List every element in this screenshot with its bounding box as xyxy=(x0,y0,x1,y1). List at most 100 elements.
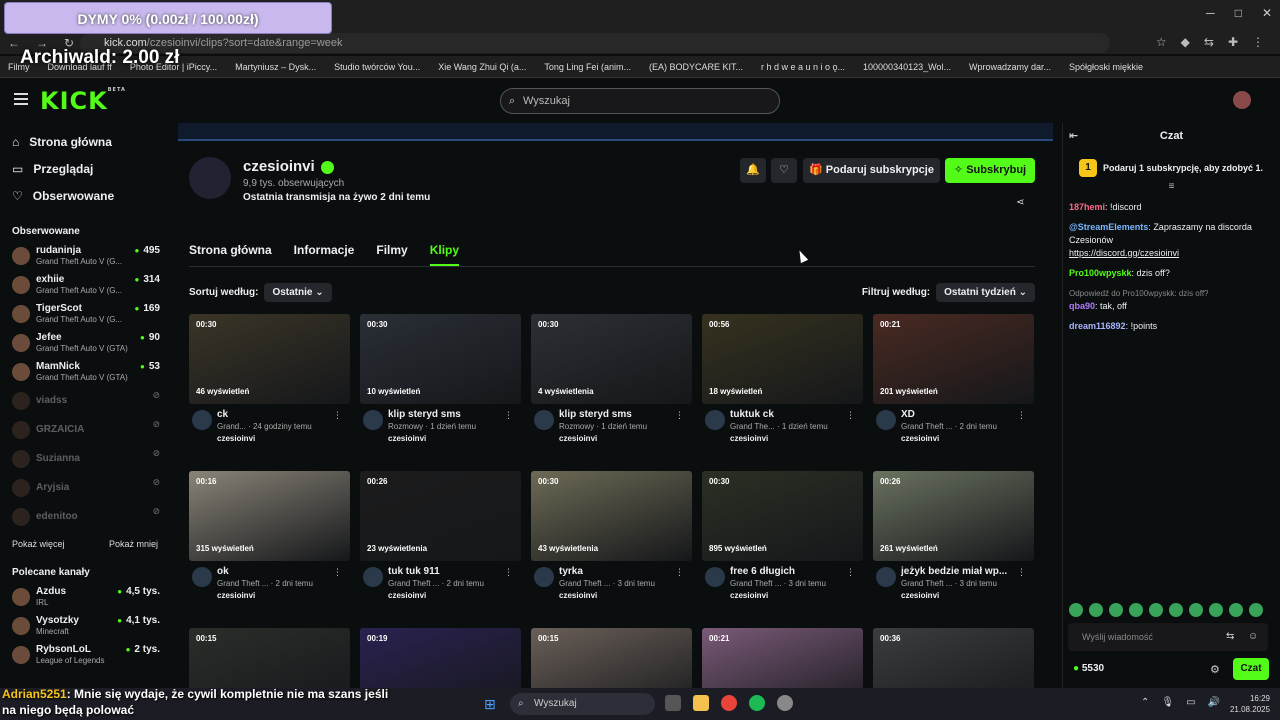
gift-sub-button[interactable]: 🎁 Podaruj subskrypcje xyxy=(803,158,940,183)
clip-channel[interactable]: czesioinvi xyxy=(901,590,1034,601)
clip-card[interactable]: 00:30 46 wyświetleń ck Grand... · 24 godzin… xyxy=(189,314,350,448)
windows-start-icon[interactable]: ⊞ xyxy=(484,696,496,713)
channel-avatar[interactable] xyxy=(876,567,896,587)
more-options-icon[interactable]: ⋮ xyxy=(675,410,684,421)
search-input[interactable]: ⌕ Wyszukaj xyxy=(500,88,780,114)
tab-2[interactable]: Filmy xyxy=(376,243,407,266)
more-options-icon[interactable]: ⋮ xyxy=(504,410,513,421)
spotify-icon[interactable] xyxy=(749,695,765,711)
emote-icon[interactable] xyxy=(1189,603,1203,617)
emoji-icon[interactable]: ☺ xyxy=(1248,623,1258,651)
clip-channel[interactable]: czesioinvi xyxy=(217,590,350,601)
bookmark-item[interactable]: Spółgłoski miękkie xyxy=(1069,62,1143,72)
channel-avatar[interactable] xyxy=(876,410,896,430)
filter-dropdown[interactable]: Ostatni tydzień ⌄ xyxy=(936,283,1035,302)
clip-title[interactable]: tuktuk ck xyxy=(730,409,863,421)
clip-card[interactable]: 00:26 23 wyświetlenia tuk tuk 911 Grand The… xyxy=(360,471,521,605)
show-less-button[interactable]: Pokaż mniej xyxy=(109,539,158,549)
clip-thumbnail[interactable]: 00:30 4 wyświetlenia xyxy=(531,314,692,404)
follow-heart-icon[interactable]: ♡ xyxy=(771,158,797,183)
channel-row[interactable]: rudaninjaGrand Theft Auto V (G... 495 xyxy=(0,241,170,270)
channel-row[interactable]: VysotzkyMinecraft 4,1 tys. xyxy=(0,611,170,640)
clip-title[interactable]: klip steryd sms xyxy=(388,409,521,421)
clip-card[interactable]: 00:30 4 wyświetlenia klip steryd sms Rozmow… xyxy=(531,314,692,448)
clip-thumbnail[interactable]: 00:30 46 wyświetleń xyxy=(189,314,350,404)
menu-icon[interactable]: ⋮ xyxy=(1252,35,1264,49)
clip-title[interactable]: jeżyk bedzie miał wp... xyxy=(901,566,1034,578)
clip-thumbnail[interactable]: 00:30 43 wyświetlenia xyxy=(531,471,692,561)
url-field[interactable]: kick.com/czesioinvi/clips?sort=date&rang… xyxy=(80,33,1110,53)
clip-card[interactable]: 00:30 10 wyświetleń klip steryd sms Rozmowy… xyxy=(360,314,521,448)
clip-thumbnail[interactable]: 00:21 201 wyświetleń xyxy=(873,314,1034,404)
clip-channel[interactable]: czesioinvi xyxy=(730,433,863,444)
extension-icon[interactable]: ◆ xyxy=(1181,35,1190,49)
clip-title[interactable]: tyrka xyxy=(559,566,692,578)
tab-3[interactable]: Klipy xyxy=(429,243,460,266)
channel-points[interactable]: ● 5530 xyxy=(1073,663,1104,674)
emote-icon[interactable] xyxy=(1109,603,1123,617)
chrome-icon[interactable] xyxy=(721,695,737,711)
bookmark-item[interactable]: Martyniusz – Dysk... xyxy=(235,62,316,72)
clip-channel[interactable]: czesioinvi xyxy=(559,590,692,601)
channel-avatar[interactable] xyxy=(363,567,383,587)
channel-avatar[interactable] xyxy=(534,567,554,587)
clip-title[interactable]: ok xyxy=(217,566,350,578)
clip-title[interactable]: klip steryd sms xyxy=(559,409,692,421)
clip-card[interactable]: 00:26 261 wyświetleń jeżyk bedzie miał wp.… xyxy=(873,471,1034,605)
sort-dropdown[interactable]: Ostatnie ⌄ xyxy=(264,283,332,302)
bookmark-item[interactable]: Xie Wang Zhui Qi (a... xyxy=(438,62,526,72)
channel-avatar[interactable] xyxy=(192,567,212,587)
clip-channel[interactable]: czesioinvi xyxy=(901,433,1034,444)
chat-user[interactable]: Pro100wpyskk xyxy=(1069,268,1132,278)
clip-channel[interactable]: czesioinvi xyxy=(388,590,521,601)
clip-channel[interactable]: czesioinvi xyxy=(730,590,863,601)
sidebar-item-2[interactable]: ♡ Obserwowane xyxy=(12,183,158,210)
channel-avatar[interactable] xyxy=(705,410,725,430)
bookmark-item[interactable]: Tong Ling Fei (anim... xyxy=(544,62,631,72)
more-options-icon[interactable]: ⋮ xyxy=(504,567,513,578)
tab-1[interactable]: Informacje xyxy=(294,243,355,266)
emote-icon[interactable] xyxy=(1249,603,1263,617)
obs-icon[interactable] xyxy=(777,695,793,711)
more-options-icon[interactable]: ⋮ xyxy=(1017,567,1026,578)
channel-avatar[interactable] xyxy=(705,567,725,587)
clip-card[interactable]: 00:21 201 wyświetleń XD Grand Theft ... · 2… xyxy=(873,314,1034,448)
close-icon[interactable]: ✕ xyxy=(1262,6,1272,20)
more-options-icon[interactable]: ⋮ xyxy=(333,567,342,578)
clip-title[interactable]: ck xyxy=(217,409,350,421)
sidebar-item-1[interactable]: ▭ Przeglądaj xyxy=(12,156,158,183)
emote-icon[interactable] xyxy=(1089,603,1103,617)
chat-user[interactable]: @StreamElements xyxy=(1069,222,1148,232)
emote-icon[interactable] xyxy=(1149,603,1163,617)
clip-channel[interactable]: czesioinvi xyxy=(559,433,692,444)
bookmark-item[interactable]: 100000340123_Wol... xyxy=(863,62,951,72)
kick-logo[interactable]: KICKBETA xyxy=(40,87,126,115)
discord-link[interactable]: https://discord.gg/czesioinvi xyxy=(1069,248,1179,258)
clip-thumbnail[interactable]: 00:26 23 wyświetlenia xyxy=(360,471,521,561)
clip-channel[interactable]: czesioinvi xyxy=(388,433,521,444)
channel-row[interactable]: TigerScotGrand Theft Auto V (G... 169 xyxy=(0,299,170,328)
gift-banner[interactable]: 1 Podaruj 1 subskrypcję, aby zdobyć 1. xyxy=(1063,149,1280,181)
more-options-icon[interactable]: ⋮ xyxy=(675,567,684,578)
emote-icon[interactable] xyxy=(1229,603,1243,617)
display-icon[interactable]: ▭ xyxy=(1186,697,1195,708)
emote-icon[interactable] xyxy=(1209,603,1223,617)
clip-channel[interactable]: czesioinvi xyxy=(217,433,350,444)
channel-row[interactable]: exhiieGrand Theft Auto V (G... 314 xyxy=(0,270,170,299)
pinned-toggle-icon[interactable]: ≡ xyxy=(1063,181,1280,201)
clip-thumbnail[interactable]: 00:16 315 wyświetleń xyxy=(189,471,350,561)
maximize-icon[interactable]: □ xyxy=(1235,6,1242,20)
channel-row[interactable]: RybsonLoLLeague of Legends 2 tys. xyxy=(0,640,170,669)
channel-row[interactable]: viadss ⊘ xyxy=(0,386,170,415)
clip-card[interactable]: 00:16 315 wyświetleń ok Grand Theft ... · 2… xyxy=(189,471,350,605)
bookmark-item[interactable]: Wprowadzamy dar... xyxy=(969,62,1051,72)
channel-avatar[interactable] xyxy=(192,410,212,430)
channel-row[interactable]: JefeeGrand Theft Auto V (GTA) 90 xyxy=(0,328,170,357)
chevron-up-icon[interactable]: ⌃ xyxy=(1141,697,1149,708)
channel-row[interactable]: Aryjsia ⊘ xyxy=(0,473,170,502)
more-options-icon[interactable]: ⋮ xyxy=(846,410,855,421)
more-options-icon[interactable]: ⋮ xyxy=(1017,410,1026,421)
file-explorer-icon[interactable] xyxy=(693,695,709,711)
clip-thumbnail[interactable]: 00:30 10 wyświetleń xyxy=(360,314,521,404)
subscribe-button[interactable]: ✧ Subskrybuj xyxy=(945,158,1035,183)
